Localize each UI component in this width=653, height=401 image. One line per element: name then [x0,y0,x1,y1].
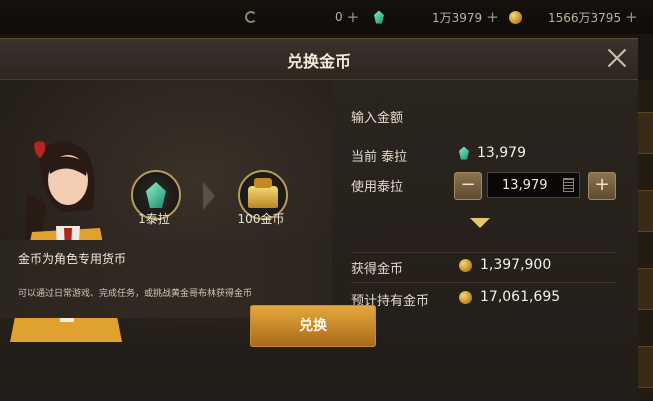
gain-gold-amount: 1,397,900 [480,257,552,273]
gain-gold-value: 1,397,900 [459,257,551,273]
info-description: 可以通过日常游戏、完成任务，或挑战黄金哥布林获得金币 [18,289,253,299]
section-title: 输入金额 [351,111,404,126]
gold-coin-icon [459,258,472,272]
gold-coin-icon [459,290,472,304]
arrow-right-icon [203,182,215,210]
exchange-form: 输入金额 当前 泰拉 13,979 使用泰拉 − + 获得金币 1,397,90… [336,80,626,350]
gold-currency-value: 1566万3795 [548,10,622,25]
c-currency: 0 + [245,8,359,26]
expected-gold-amount: 17,061,695 [480,289,561,305]
current-taila-value: 13,979 [459,145,526,161]
current-taila-label: 当前 泰拉 [351,150,408,165]
taila-currency-value: 1万3979 [432,10,483,25]
calculator-icon[interactable] [563,178,574,192]
exchange-to-label: 100金币 [237,212,285,226]
c-currency-value: 0 [335,10,343,24]
dialog-title: 兑换金币 [286,52,351,71]
taila-gem-icon [374,10,384,24]
c-currency-icon [245,11,257,23]
dialog-header: 兑换金币 [0,39,638,80]
exchange-button[interactable]: 兑换 [250,305,376,347]
use-taila-label: 使用泰拉 [351,180,404,195]
exchange-gold-dialog: 兑换金币 1泰拉 100金币 金币为角色专用货币 可以通过日常游戏、完成任务，或… [0,38,638,401]
increase-button[interactable]: + [588,172,616,200]
divider [351,252,616,253]
divider [351,282,616,283]
gold-currency: 1566万3795 + [509,8,638,26]
currency-bar: 0 + 1万3979 + 1566万3795 + [0,0,653,34]
chevron-down-icon [470,218,490,230]
plus-icon[interactable]: + [347,10,360,25]
plus-icon[interactable]: + [625,10,638,25]
close-icon[interactable] [606,47,628,69]
gain-gold-label: 获得金币 [351,262,404,277]
plus-icon[interactable]: + [486,10,499,25]
gold-coin-icon [509,10,522,24]
current-taila-amount: 13,979 [477,145,526,161]
exchange-from-label: 1泰拉 [138,212,170,226]
taila-currency: 1万3979 + [374,8,499,26]
decrease-button[interactable]: − [454,172,482,200]
exchange-rate-panel: 1泰拉 100金币 金币为角色专用货币 可以通过日常游戏、完成任务，或挑战黄金哥… [0,80,332,342]
taila-gem-icon [459,146,469,160]
expected-gold-value: 17,061,695 [459,289,560,305]
info-title: 金币为角色专用货币 [18,252,127,266]
